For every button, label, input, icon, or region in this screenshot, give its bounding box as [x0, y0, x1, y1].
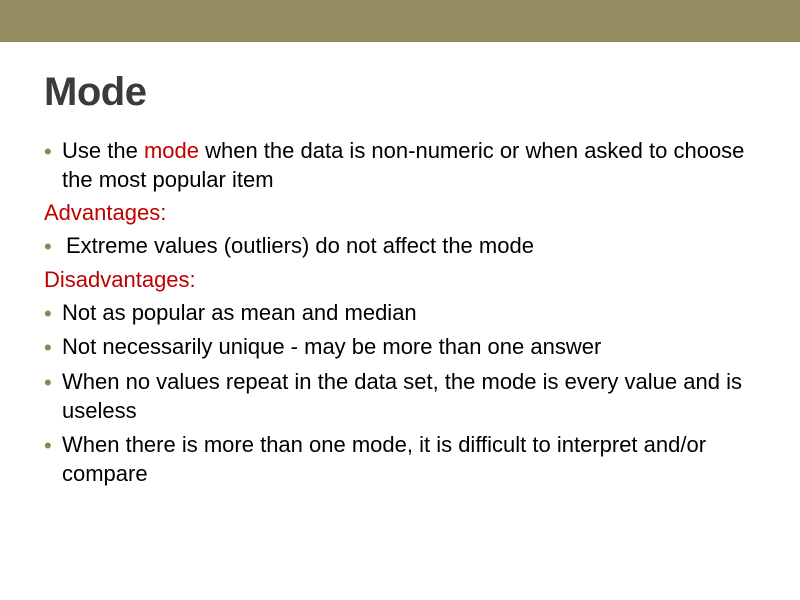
bullet-icon: • [44, 369, 52, 398]
bullet-icon: • [44, 300, 52, 329]
intro-line: • Use the mode when the data is non-nume… [44, 137, 756, 194]
slide-content: Mode • Use the mode when the data is non… [0, 42, 800, 488]
disadvantage-text: Not necessarily unique - may be more tha… [62, 334, 601, 359]
disadvantage-text: When no values repeat in the data set, t… [62, 369, 742, 423]
disadvantage-text: When there is more than one mode, it is … [62, 432, 706, 486]
intro-pre: Use the [62, 138, 144, 163]
bullet-icon: • [44, 334, 52, 363]
disadvantages-heading: Disadvantages: [44, 267, 756, 293]
advantage-text: Extreme values (outliers) do not affect … [62, 233, 534, 258]
bullet-icon: • [44, 138, 52, 167]
advantage-item: • Extreme values (outliers) do not affec… [44, 232, 756, 261]
page-title: Mode [44, 70, 756, 115]
top-accent-band [0, 0, 800, 42]
disadvantage-item: • Not as popular as mean and median [44, 299, 756, 328]
intro-highlight: mode [144, 138, 199, 163]
advantages-heading: Advantages: [44, 200, 756, 226]
disadvantage-item: • Not necessarily unique - may be more t… [44, 333, 756, 362]
bullet-icon: • [44, 233, 52, 262]
disadvantage-text: Not as popular as mean and median [62, 300, 417, 325]
bullet-icon: • [44, 432, 52, 461]
disadvantage-item: • When there is more than one mode, it i… [44, 431, 756, 488]
disadvantage-item: • When no values repeat in the data set,… [44, 368, 756, 425]
